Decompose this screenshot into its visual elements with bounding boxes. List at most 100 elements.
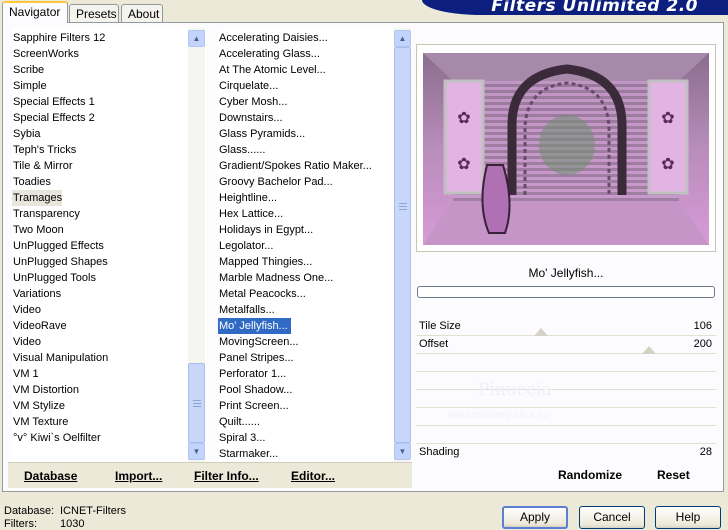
list-item[interactable]: Sapphire Filters 12 bbox=[12, 30, 105, 46]
status-database-value: ICNET-Filters bbox=[60, 505, 126, 517]
category-scrollbar[interactable]: ▲ ▼ bbox=[188, 28, 205, 462]
list-item[interactable]: Marble Madness One... bbox=[218, 270, 333, 286]
list-item[interactable]: Spiral 3... bbox=[218, 430, 265, 446]
list-item[interactable]: Scribe bbox=[12, 62, 44, 78]
filter-info-button[interactable]: Filter Info... bbox=[194, 469, 259, 483]
list-item[interactable]: Metalfalls... bbox=[218, 302, 275, 318]
param-row-offset[interactable]: Offset 200 bbox=[416, 336, 716, 354]
help-button[interactable]: Help bbox=[655, 506, 721, 529]
scroll-down-icon[interactable]: ▼ bbox=[188, 443, 205, 460]
list-item[interactable]: Groovy Bachelor Pad... bbox=[218, 174, 333, 190]
list-item[interactable]: Downstairs... bbox=[218, 110, 283, 126]
list-item[interactable]: Special Effects 1 bbox=[12, 94, 95, 110]
list-item[interactable]: Teph's Tricks bbox=[12, 142, 76, 158]
list-item[interactable]: °v° Kiwi`s Oelfilter bbox=[12, 430, 101, 446]
slider-thumb-icon[interactable] bbox=[642, 346, 656, 354]
preview-image: ✿ ✿ ✿ ✿ bbox=[416, 44, 716, 252]
list-item[interactable]: Pool Shadow... bbox=[218, 382, 292, 398]
list-item[interactable]: Starmaker... bbox=[218, 446, 278, 462]
list-item[interactable]: Visual Manipulation bbox=[12, 350, 108, 366]
watermark-name: Pinuccia bbox=[478, 380, 552, 400]
list-item[interactable]: Accelerating Daisies... bbox=[218, 30, 328, 46]
reset-button[interactable]: Reset bbox=[657, 468, 690, 482]
randomize-button[interactable]: Randomize bbox=[558, 468, 622, 482]
list-item[interactable]: At The Atomic Level... bbox=[218, 62, 326, 78]
slider-thumb-icon[interactable] bbox=[534, 328, 548, 336]
editor-button[interactable]: Editor... bbox=[291, 469, 335, 483]
list-item[interactable]: Cyber Mosh... bbox=[218, 94, 287, 110]
list-item[interactable]: Sybia bbox=[12, 126, 41, 142]
list-item[interactable]: Cirquelate... bbox=[218, 78, 278, 94]
list-item[interactable]: UnPlugged Effects bbox=[12, 238, 104, 254]
list-item[interactable]: VideoRave bbox=[12, 318, 67, 334]
scroll-up-icon[interactable]: ▲ bbox=[394, 30, 411, 47]
apply-button[interactable]: Apply bbox=[502, 506, 568, 529]
status-filters-label: Filters: bbox=[4, 518, 37, 530]
list-item[interactable]: Tile & Mirror bbox=[12, 158, 72, 174]
svg-text:✿: ✿ bbox=[457, 108, 470, 127]
watermark-url: www.maidiregrafica.eu bbox=[448, 410, 549, 421]
param-row-tile-size[interactable]: Tile Size 106 bbox=[416, 318, 716, 336]
list-item-selected[interactable]: Mo' Jellyfish... bbox=[218, 318, 291, 334]
list-item[interactable]: Glass Pyramids... bbox=[218, 126, 305, 142]
category-list[interactable]: Sapphire Filters 12 ScreenWorks Scribe Simp… bbox=[12, 28, 206, 462]
import-button[interactable]: Import... bbox=[115, 469, 162, 483]
list-item[interactable]: Legolator... bbox=[218, 238, 273, 254]
param-label: Offset bbox=[419, 338, 449, 350]
list-item[interactable]: ScreenWorks bbox=[12, 46, 79, 62]
list-item[interactable]: VM Stylize bbox=[12, 398, 65, 414]
svg-text:✿: ✿ bbox=[457, 154, 470, 173]
scroll-down-icon[interactable]: ▼ bbox=[394, 443, 411, 460]
list-item[interactable]: VM Distortion bbox=[12, 382, 79, 398]
list-item[interactable]: MovingScreen... bbox=[218, 334, 298, 350]
parameter-panel[interactable]: Tile Size 106 Offset 200 Shading 28 Pinu… bbox=[416, 318, 716, 462]
param-value: 106 bbox=[693, 320, 712, 332]
param-value: 28 bbox=[699, 446, 712, 458]
list-item[interactable]: Quilt...... bbox=[218, 414, 260, 430]
list-item[interactable]: Video bbox=[12, 302, 41, 318]
list-item[interactable]: Two Moon bbox=[12, 222, 64, 238]
svg-text:✿: ✿ bbox=[661, 154, 674, 173]
scroll-up-icon[interactable]: ▲ bbox=[188, 30, 205, 47]
status-filters-value: 1030 bbox=[60, 518, 85, 530]
status-filters: Filters: 1030 bbox=[4, 518, 84, 530]
list-item[interactable]: Transparency bbox=[12, 206, 80, 222]
list-item[interactable]: Video bbox=[12, 334, 41, 350]
list-item[interactable]: Perforator 1... bbox=[218, 366, 286, 382]
list-item[interactable]: Accelerating Glass... bbox=[218, 46, 320, 62]
scroll-thumb[interactable] bbox=[188, 363, 205, 443]
svg-text:✿: ✿ bbox=[661, 108, 674, 127]
cancel-button[interactable]: Cancel bbox=[579, 506, 645, 529]
scroll-thumb[interactable] bbox=[394, 47, 411, 443]
list-item[interactable]: Panel Stripes... bbox=[218, 350, 294, 366]
list-item[interactable]: Simple bbox=[12, 78, 47, 94]
list-item[interactable]: Glass...... bbox=[218, 142, 265, 158]
list-item[interactable]: Gradient/Spokes Ratio Maker... bbox=[218, 158, 372, 174]
filter-scrollbar[interactable]: ▲ ▼ bbox=[394, 28, 411, 462]
list-item[interactable]: Holidays in Egypt... bbox=[218, 222, 313, 238]
list-item[interactable]: VM Texture bbox=[12, 414, 68, 430]
list-item-selected[interactable]: Tramages bbox=[12, 190, 63, 206]
preview-graphic: ✿ ✿ ✿ ✿ bbox=[423, 53, 709, 245]
param-label: Tile Size bbox=[419, 320, 461, 332]
tab-navigator[interactable]: Navigator bbox=[2, 1, 68, 23]
database-button[interactable]: Database bbox=[24, 469, 77, 483]
list-item[interactable]: Metal Peacocks... bbox=[218, 286, 306, 302]
list-item[interactable]: Toadies bbox=[12, 174, 51, 190]
list-item[interactable]: Variations bbox=[12, 286, 61, 302]
param-row-shading[interactable]: Shading 28 bbox=[416, 444, 716, 462]
param-value: 200 bbox=[693, 338, 712, 350]
list-item[interactable]: UnPlugged Shapes bbox=[12, 254, 108, 270]
list-item[interactable]: Heightline... bbox=[218, 190, 277, 206]
list-item[interactable]: Hex Lattice... bbox=[218, 206, 283, 222]
tab-about[interactable]: About bbox=[121, 4, 163, 22]
list-item[interactable]: VM 1 bbox=[12, 366, 39, 382]
filter-list[interactable]: Accelerating Daisies... Accelerating Glas… bbox=[218, 28, 412, 462]
product-banner: Filters Unlimited 2.0 bbox=[422, 0, 728, 15]
param-row-empty bbox=[416, 426, 716, 444]
list-item[interactable]: Special Effects 2 bbox=[12, 110, 95, 126]
tab-presets[interactable]: Presets bbox=[69, 4, 119, 22]
list-item[interactable]: UnPlugged Tools bbox=[12, 270, 96, 286]
list-item[interactable]: Mapped Thingies... bbox=[218, 254, 312, 270]
list-item[interactable]: Print Screen... bbox=[218, 398, 289, 414]
